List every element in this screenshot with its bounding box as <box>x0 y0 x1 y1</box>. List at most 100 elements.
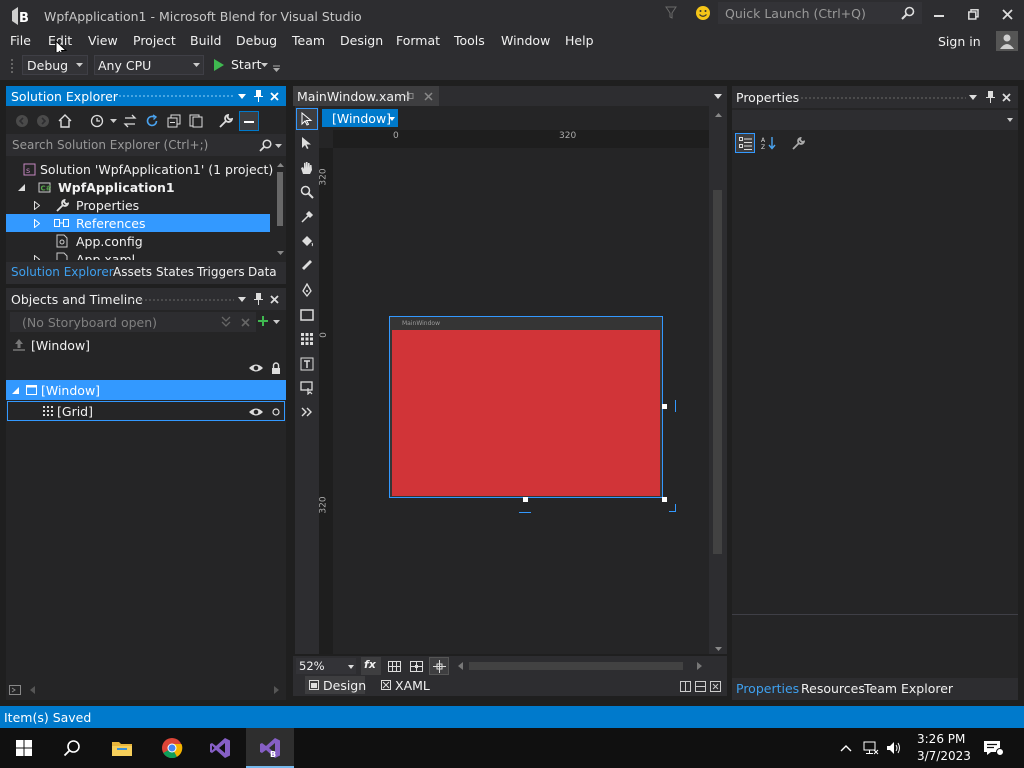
resize-handle-corner[interactable] <box>662 497 667 502</box>
close-icon[interactable] <box>1000 91 1012 103</box>
resize-handle-bottom[interactable] <box>523 497 528 502</box>
tab-list-dropdown-icon[interactable] <box>713 92 723 100</box>
chevron-down-icon[interactable] <box>272 319 280 325</box>
tree-item-references[interactable]: References <box>6 214 270 232</box>
menu-help[interactable]: Help <box>565 33 594 48</box>
collapse-pane-icon[interactable] <box>709 680 721 692</box>
tab-triggers[interactable]: Triggers <box>197 265 245 279</box>
scroll-down-icon[interactable] <box>714 646 722 652</box>
tab-data[interactable]: Data <box>248 265 277 279</box>
paint-bucket-tool-icon[interactable] <box>296 230 318 252</box>
forward-icon[interactable] <box>35 113 51 129</box>
show-grid-icon[interactable] <box>385 658 403 674</box>
scroll-right-icon[interactable] <box>696 662 702 670</box>
windows-start-icon[interactable] <box>0 728 48 768</box>
menu-format[interactable]: Format <box>396 33 440 48</box>
selection-tool-icon[interactable] <box>296 132 318 154</box>
scroll-down-icon[interactable] <box>276 250 284 256</box>
add-storyboard-icon[interactable] <box>257 315 269 327</box>
search-icon[interactable] <box>48 728 96 768</box>
expanded-triangle-icon[interactable] <box>17 183 25 191</box>
close-icon[interactable] <box>996 4 1018 24</box>
solution-tree-scrollbar[interactable] <box>274 160 286 262</box>
textblock-tool-icon[interactable] <box>296 353 318 375</box>
pin-tab-icon[interactable] <box>405 91 415 101</box>
pan-tool-icon[interactable] <box>296 157 318 179</box>
snap-to-snaplines-icon[interactable] <box>429 657 449 675</box>
menu-window[interactable]: Window <box>501 33 550 48</box>
categorized-view-icon[interactable] <box>735 133 755 153</box>
sign-in-link[interactable]: Sign in <box>938 34 981 49</box>
tab-team-explorer[interactable]: Team Explorer <box>864 681 953 696</box>
start-play-icon[interactable] <box>212 58 226 72</box>
zoom-tool-icon[interactable] <box>296 181 318 203</box>
expand-panel-icon[interactable] <box>8 684 22 696</box>
effects-toggle-button[interactable]: fx <box>361 657 381 675</box>
storyboard-options-icon[interactable] <box>220 315 232 329</box>
tree-item-properties[interactable]: Properties <box>6 196 276 214</box>
close-icon[interactable] <box>268 90 280 102</box>
design-vertical-scrollbar[interactable] <box>709 106 727 654</box>
split-horizontal-icon[interactable] <box>694 680 706 692</box>
tree-item-grid[interactable]: [Grid] <box>7 401 285 421</box>
split-vertical-icon[interactable] <box>679 680 691 692</box>
tree-item-project[interactable]: C# WpfApplication1 <box>6 178 276 196</box>
visibility-eye-icon[interactable] <box>248 406 264 418</box>
menu-tools[interactable]: Tools <box>454 33 485 48</box>
property-pages-wrench-icon[interactable] <box>789 134 807 152</box>
control-tool-icon[interactable] <box>296 377 318 399</box>
clock-time[interactable]: 3:26 PM <box>917 732 965 746</box>
horizontal-scrollbar-thumb[interactable] <box>469 662 683 670</box>
artboard-window[interactable]: MainWindow <box>389 316 663 498</box>
assets-expander-icon[interactable] <box>296 401 318 423</box>
configuration-dropdown[interactable]: Debug <box>22 55 88 75</box>
tab-assets[interactable]: Assets <box>113 265 152 279</box>
menu-project[interactable]: Project <box>133 33 176 48</box>
properties-selector[interactable] <box>732 110 1018 130</box>
file-explorer-icon[interactable] <box>98 728 146 768</box>
quick-launch-box[interactable]: Quick Launch (Ctrl+Q) <box>718 2 922 24</box>
pin-icon[interactable] <box>252 89 264 103</box>
rectangle-tool-icon[interactable] <box>296 304 318 326</box>
blend-taskbar-button[interactable]: B <box>246 728 294 768</box>
tab-resources[interactable]: Resources <box>801 681 865 696</box>
search-icon[interactable] <box>900 5 916 21</box>
toolbar-overflow-icon[interactable] <box>272 64 280 72</box>
collapsed-triangle-icon[interactable] <box>33 218 41 228</box>
collapsed-triangle-icon[interactable] <box>33 254 41 260</box>
volume-icon[interactable] <box>885 740 903 756</box>
solution-explorer-search[interactable]: Search Solution Explorer (Ctrl+;) <box>6 134 286 156</box>
preview-selected-icon[interactable] <box>239 111 259 131</box>
chevron-down-icon[interactable] <box>260 62 268 68</box>
refresh-icon[interactable] <box>144 113 160 129</box>
collapse-all-icon[interactable] <box>166 113 182 129</box>
tab-mainwindow-xaml[interactable]: MainWindow.xaml <box>293 86 439 106</box>
tab-solution-explorer[interactable]: Solution Explorer <box>11 265 114 279</box>
tree-item-window[interactable]: [Window] <box>6 380 286 400</box>
platform-dropdown[interactable]: Any CPU <box>94 55 204 75</box>
search-icon[interactable] <box>258 138 272 152</box>
scrollbar-thumb[interactable] <box>277 172 283 226</box>
sort-alphabetical-icon[interactable]: AZ <box>759 134 777 152</box>
sync-icon[interactable] <box>122 113 138 129</box>
scroll-left-icon[interactable] <box>457 662 463 670</box>
resize-handle-right[interactable] <box>662 404 667 409</box>
scroll-up-icon[interactable] <box>276 162 284 168</box>
grid-tool-icon[interactable] <box>296 328 318 350</box>
tab-properties[interactable]: Properties <box>736 681 799 696</box>
back-icon[interactable] <box>14 113 30 129</box>
show-all-files-icon[interactable] <box>188 113 204 129</box>
collapsed-triangle-icon[interactable] <box>33 200 41 210</box>
tab-xaml[interactable]: XAML <box>377 676 437 694</box>
zoom-dropdown[interactable]: 52% <box>296 658 356 674</box>
scroll-up-icon[interactable] <box>714 112 722 118</box>
scope-up-icon[interactable] <box>11 338 27 352</box>
lock-toggle-icon[interactable] <box>271 407 281 417</box>
chevron-down-icon[interactable] <box>237 294 247 304</box>
tab-states[interactable]: States <box>156 265 194 279</box>
lock-all-icon[interactable] <box>270 361 282 375</box>
menu-file[interactable]: File <box>10 33 31 48</box>
feedback-smiley-icon[interactable] <box>694 4 712 22</box>
toolbar-grip-icon[interactable] <box>9 57 15 75</box>
tab-design[interactable]: Design <box>305 676 366 694</box>
